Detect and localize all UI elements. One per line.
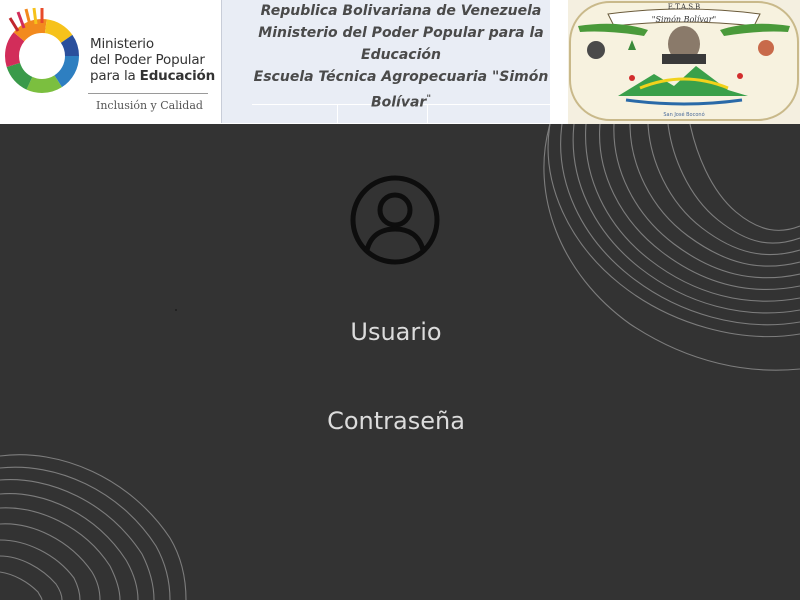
ministry-line-2: del Poder Popular [90,52,205,68]
login-page: Ministerio del Poder Popular para la Edu… [0,0,800,600]
school-line-5-text: Bolívar [370,94,427,111]
ministry-emblem-icon [5,7,79,93]
school-info-box: Republica Bolivariana de Venezuela Minis… [221,0,551,124]
school-line-5-quote: " [426,94,432,104]
school-line-1: Republica Bolivariana de Venezuela [260,3,542,19]
school-crest: E.T.A.S.B "Simón Bolívar" San José Bocon [568,0,800,124]
school-line-3: Educación [361,47,441,63]
crest-bottom-text: San José Boconó [663,111,704,118]
ministry-name: Ministerio del Poder Popular para la Edu… [90,36,215,84]
header-banner: Ministerio del Poder Popular para la Edu… [0,0,800,124]
school-line-4: Escuela Técnica Agropecuaria "Simón [253,69,549,85]
school-heading: Republica Bolivariana de Venezuela Minis… [252,0,550,114]
ministry-line-1: Ministerio [90,36,154,52]
ministry-line-3-bold: Educación [139,68,216,84]
stray-dot [175,309,177,311]
ministry-divider [88,93,208,94]
password-field[interactable]: Contraseña [0,407,796,435]
school-line-5: Bolívar" [252,88,550,114]
decorative-lines-bottom-left [0,454,187,600]
school-line-2: Ministerio del Poder Popular para la [258,25,544,41]
ministry-line-3-prefix: para la [90,68,140,84]
header-spacer [550,0,568,123]
crest-banner-text: "Simón Bolívar" [652,15,716,24]
ministry-tagline: Inclusión y Calidad [96,99,203,112]
username-field[interactable]: Usuario [0,318,796,346]
school-crest-image: E.T.A.S.B "Simón Bolívar" San José Bocon [569,1,799,121]
ministry-line-3: para la Educación [90,68,215,84]
ministry-logo: Ministerio del Poder Popular para la Edu… [0,0,220,124]
user-circle-icon [350,175,440,265]
crest-top-text: E.T.A.S.B [668,3,700,11]
